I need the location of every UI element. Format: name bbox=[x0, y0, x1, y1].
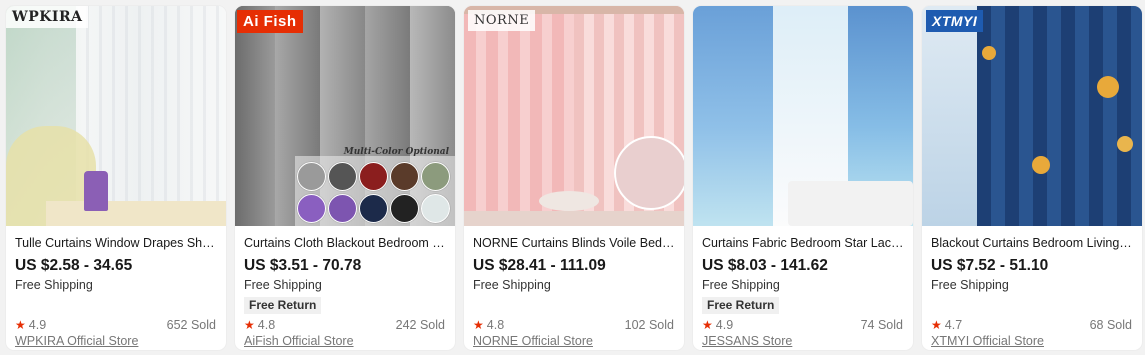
product-card[interactable]: Ai Fish Multi-Color Optional Curtains Cl… bbox=[235, 6, 455, 350]
store-link[interactable]: WPKIRA Official Store bbox=[15, 334, 138, 348]
color-swatch bbox=[390, 194, 419, 223]
store-link[interactable]: NORNE Official Store bbox=[473, 334, 593, 348]
product-title[interactable]: Curtains Fabric Bedroom Star Lace Shade bbox=[702, 235, 904, 251]
color-swatch bbox=[359, 194, 388, 223]
color-swatch bbox=[297, 194, 326, 223]
product-grid: WPKIRA Tulle Curtains Window Drapes Shee… bbox=[0, 0, 1145, 355]
rating: ★ 4.9 bbox=[702, 318, 733, 332]
rating-value: 4.8 bbox=[257, 318, 276, 332]
rating-value: 4.8 bbox=[486, 318, 505, 332]
product-price: US $28.41 - 111.09 bbox=[473, 257, 606, 274]
rating-value: 4.9 bbox=[28, 318, 47, 332]
product-image[interactable]: Ai Fish Multi-Color Optional bbox=[235, 6, 455, 226]
store-link[interactable]: XTMYI Official Store bbox=[931, 334, 1044, 348]
brand-label: Ai Fish bbox=[237, 10, 303, 33]
product-title[interactable]: Curtains Cloth Blackout Bedroom Living bbox=[244, 235, 446, 251]
product-price: US $7.52 - 51.10 bbox=[931, 257, 1049, 274]
product-image[interactable]: NORNE bbox=[464, 6, 684, 226]
shipping-label: Free Shipping bbox=[473, 278, 551, 292]
product-card[interactable]: NORNE NORNE Curtains Blinds Voile Bedroo… bbox=[464, 6, 684, 350]
star-icon: ★ bbox=[473, 318, 484, 332]
shipping-label: Free Shipping bbox=[931, 278, 1009, 292]
star-icon: ★ bbox=[702, 318, 713, 332]
product-title[interactable]: Tulle Curtains Window Drapes Sheer bbox=[15, 235, 217, 251]
product-image[interactable] bbox=[693, 6, 913, 226]
sold-count: 68 Sold bbox=[1089, 318, 1132, 332]
color-swatch bbox=[421, 194, 450, 223]
color-swatch bbox=[328, 162, 357, 191]
sold-count: 102 Sold bbox=[624, 318, 674, 332]
star-icon: ★ bbox=[15, 318, 26, 332]
rating: ★ 4.9 bbox=[15, 318, 46, 332]
color-swatch bbox=[297, 162, 326, 191]
rating: ★ 4.8 bbox=[473, 318, 504, 332]
product-title[interactable]: NORNE Curtains Blinds Voile Bedroom bbox=[473, 235, 675, 251]
rating-value: 4.7 bbox=[944, 318, 963, 332]
product-image[interactable]: WPKIRA bbox=[6, 6, 226, 226]
sold-count: 74 Sold bbox=[860, 318, 903, 332]
shipping-label: Free Shipping bbox=[244, 278, 322, 292]
color-swatch bbox=[421, 162, 450, 191]
product-price: US $3.51 - 70.78 bbox=[244, 257, 362, 274]
store-link[interactable]: AiFish Official Store bbox=[244, 334, 354, 348]
color-swatch bbox=[390, 162, 419, 191]
product-image[interactable]: XTMYI bbox=[922, 6, 1142, 226]
rating-value: 4.9 bbox=[715, 318, 734, 332]
shipping-label: Free Shipping bbox=[702, 278, 780, 292]
product-price: US $2.58 - 34.65 bbox=[15, 257, 133, 274]
shipping-label: Free Shipping bbox=[15, 278, 93, 292]
color-swatch bbox=[328, 194, 357, 223]
store-link[interactable]: JESSANS Store bbox=[702, 334, 792, 348]
product-card[interactable]: WPKIRA Tulle Curtains Window Drapes Shee… bbox=[6, 6, 226, 350]
rating: ★ 4.8 bbox=[244, 318, 275, 332]
sold-count: 242 Sold bbox=[395, 318, 445, 332]
free-return-badge: Free Return bbox=[244, 297, 322, 314]
product-card[interactable]: XTMYI Blackout Curtains Bedroom Living-R… bbox=[922, 6, 1142, 350]
rating: ★ 4.7 bbox=[931, 318, 962, 332]
brand-label: XTMYI bbox=[926, 10, 984, 32]
star-icon: ★ bbox=[931, 318, 942, 332]
product-title[interactable]: Blackout Curtains Bedroom Living-Room bbox=[931, 235, 1133, 251]
star-icon: ★ bbox=[244, 318, 255, 332]
brand-label: NORNE bbox=[468, 10, 536, 31]
product-price: US $8.03 - 141.62 bbox=[702, 257, 828, 274]
sold-count: 652 Sold bbox=[166, 318, 216, 332]
brand-label: WPKIRA bbox=[6, 6, 89, 28]
color-swatch bbox=[359, 162, 388, 191]
product-card[interactable]: Curtains Fabric Bedroom Star Lace Shade … bbox=[693, 6, 913, 350]
free-return-badge: Free Return bbox=[702, 297, 780, 314]
